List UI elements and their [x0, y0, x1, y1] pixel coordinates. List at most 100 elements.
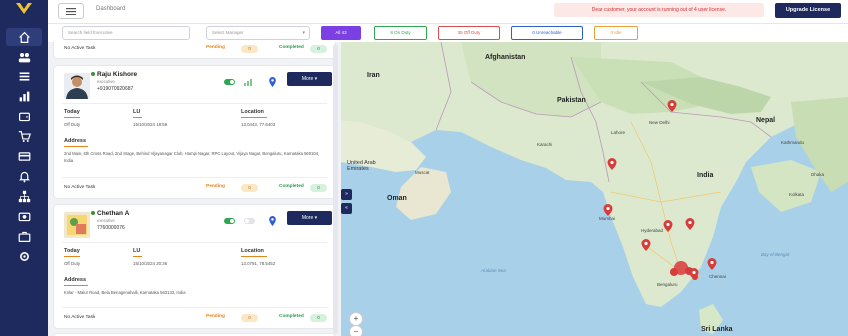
collapse-icon: «	[345, 205, 348, 211]
map-pin[interactable]	[663, 220, 673, 232]
manager-select[interactable]: Select Manager	[206, 26, 310, 40]
chevron-down-icon: ▾	[314, 76, 318, 82]
executive-name: Chethan A	[97, 210, 130, 217]
map-label-chennai: Chennai	[709, 274, 726, 279]
pending-count-badge: 0	[241, 45, 258, 53]
status-dot	[91, 72, 95, 76]
locate-pin-icon[interactable]	[268, 77, 277, 87]
map-pin[interactable]	[670, 268, 678, 276]
map-label-karachi: Karachi	[537, 142, 553, 147]
briefcase-icon[interactable]	[0, 227, 48, 245]
avatar	[64, 73, 90, 99]
plus-icon: +	[353, 314, 359, 323]
last-update-value: 15/10/2024 18:59	[133, 122, 168, 127]
map-label-afghanistan: Afghanistan	[485, 54, 526, 61]
map-pin[interactable]	[607, 158, 617, 170]
address-label: Address	[64, 277, 87, 283]
menu-toggle-button[interactable]	[58, 3, 84, 19]
zoom-out-button[interactable]: −	[349, 325, 363, 336]
locate-pin-icon[interactable]	[268, 216, 277, 226]
executive-role: executive	[97, 218, 115, 223]
more-button[interactable]: More ▾	[287, 72, 332, 86]
address-value: Kolar - Malur Road, Bela Benagenahalli, …	[64, 290, 186, 295]
completed-count-badge: 0	[310, 184, 327, 192]
home-icon[interactable]	[6, 28, 42, 46]
status-dot	[91, 211, 95, 215]
expand-panel-button[interactable]: »	[341, 189, 352, 200]
map-pin[interactable]	[603, 204, 613, 216]
location-label: Location	[241, 109, 264, 115]
filter-chip-idle[interactable]: 0 Idle	[594, 26, 638, 40]
filter-chip-off-duty[interactable]: 35 Off Duty	[438, 26, 500, 40]
map-pin[interactable]	[689, 268, 699, 280]
today-label: Today	[64, 109, 80, 115]
brand-logo	[14, 2, 34, 20]
map-pin[interactable]	[685, 218, 695, 230]
sidebar-nav	[0, 0, 48, 336]
map-label-uae: United Arab Emirates	[347, 160, 376, 172]
last-update-label: LU	[133, 248, 141, 254]
duty-toggle[interactable]	[224, 79, 235, 85]
zoom-in-button[interactable]: +	[349, 312, 363, 326]
team-icon[interactable]	[0, 48, 48, 66]
address-underline	[64, 285, 88, 286]
more-button[interactable]: More ▾	[287, 211, 332, 225]
map-pin[interactable]	[641, 239, 651, 251]
hierarchy-icon[interactable]	[0, 187, 48, 205]
chevron-down-icon: ▾	[314, 215, 318, 221]
map-label-india: India	[697, 172, 714, 179]
lu-underline	[133, 256, 142, 257]
today-underline	[64, 256, 80, 257]
wallet-icon[interactable]	[0, 107, 48, 125]
card-icon[interactable]	[0, 147, 48, 165]
last-update-value: 15/10/2024 20:36	[133, 261, 168, 266]
pending-label: Pending	[206, 184, 225, 189]
license-warning-banner: Dear customer, your account is running o…	[554, 3, 764, 17]
executive-card: No Active Task Pending 0 Completed 0	[54, 42, 335, 58]
filter-chip-on-duty[interactable]: 8 On Duty	[374, 26, 427, 40]
executive-phone: 7760000076	[97, 225, 125, 231]
address-label: Address	[64, 138, 87, 144]
duty-toggle[interactable]	[224, 218, 235, 224]
no-active-task-label: No Active Task	[64, 315, 96, 320]
upgrade-license-button[interactable]: Upgrade License	[775, 3, 841, 18]
executive-phone: +919070920687	[97, 86, 134, 92]
completed-label: Completed	[279, 314, 304, 319]
map-label-lahore: Lahore	[611, 130, 626, 135]
completed-count-badge: 0	[310, 314, 327, 322]
list-scrollbar[interactable]	[333, 44, 338, 334]
expand-icon: »	[345, 191, 348, 197]
filter-chip-unreachable[interactable]: 0 Unreachable	[511, 26, 583, 40]
filter-chip-all[interactable]: All 43	[321, 26, 361, 40]
filter-bar: Search field Executive Select Manager Al…	[48, 24, 848, 42]
settings-icon[interactable]	[0, 247, 48, 265]
today-label: Today	[64, 248, 80, 254]
map-canvas[interactable]	[341, 42, 848, 336]
map-label-arabian-sea: Arabian Sea	[481, 268, 506, 273]
map-label-dhaka: Dhaka	[811, 172, 825, 177]
chart-icon[interactable]	[0, 87, 48, 105]
divider	[62, 103, 327, 104]
divider	[62, 242, 327, 243]
tracking-toggle[interactable]	[244, 218, 255, 224]
executive-card[interactable]: Raju Kishore executive +919070920687 Mor…	[54, 66, 335, 198]
collapse-panel-button[interactable]: «	[341, 203, 352, 214]
map-pin[interactable]	[667, 100, 677, 112]
map-label-new-delhi: New Delhi	[649, 120, 670, 125]
location-value: 13.0443, 77.6403	[241, 122, 276, 127]
map-view[interactable]: Iran Afghanistan Pakistan Nepal India Un…	[341, 42, 848, 336]
search-executive-input[interactable]: Search field Executive	[62, 26, 190, 40]
bell-icon[interactable]	[0, 167, 48, 185]
signal-icon	[244, 79, 252, 86]
minus-icon: −	[353, 327, 359, 336]
camera-icon[interactable]	[0, 207, 48, 225]
today-underline	[64, 117, 80, 118]
executive-list-panel: No Active Task Pending 0 Completed 0 Raj…	[48, 42, 341, 336]
map-label-bay-of-bengal: Bay of Bengal	[761, 252, 790, 257]
executive-card[interactable]: Chethan A executive 7760000076 More ▾ To…	[54, 205, 335, 328]
list-icon[interactable]	[0, 67, 48, 85]
cart-icon[interactable]	[0, 127, 48, 145]
breadcrumb[interactable]: Dashboard	[96, 6, 125, 12]
hamburger-icon	[66, 7, 76, 15]
map-pin[interactable]	[707, 258, 717, 270]
